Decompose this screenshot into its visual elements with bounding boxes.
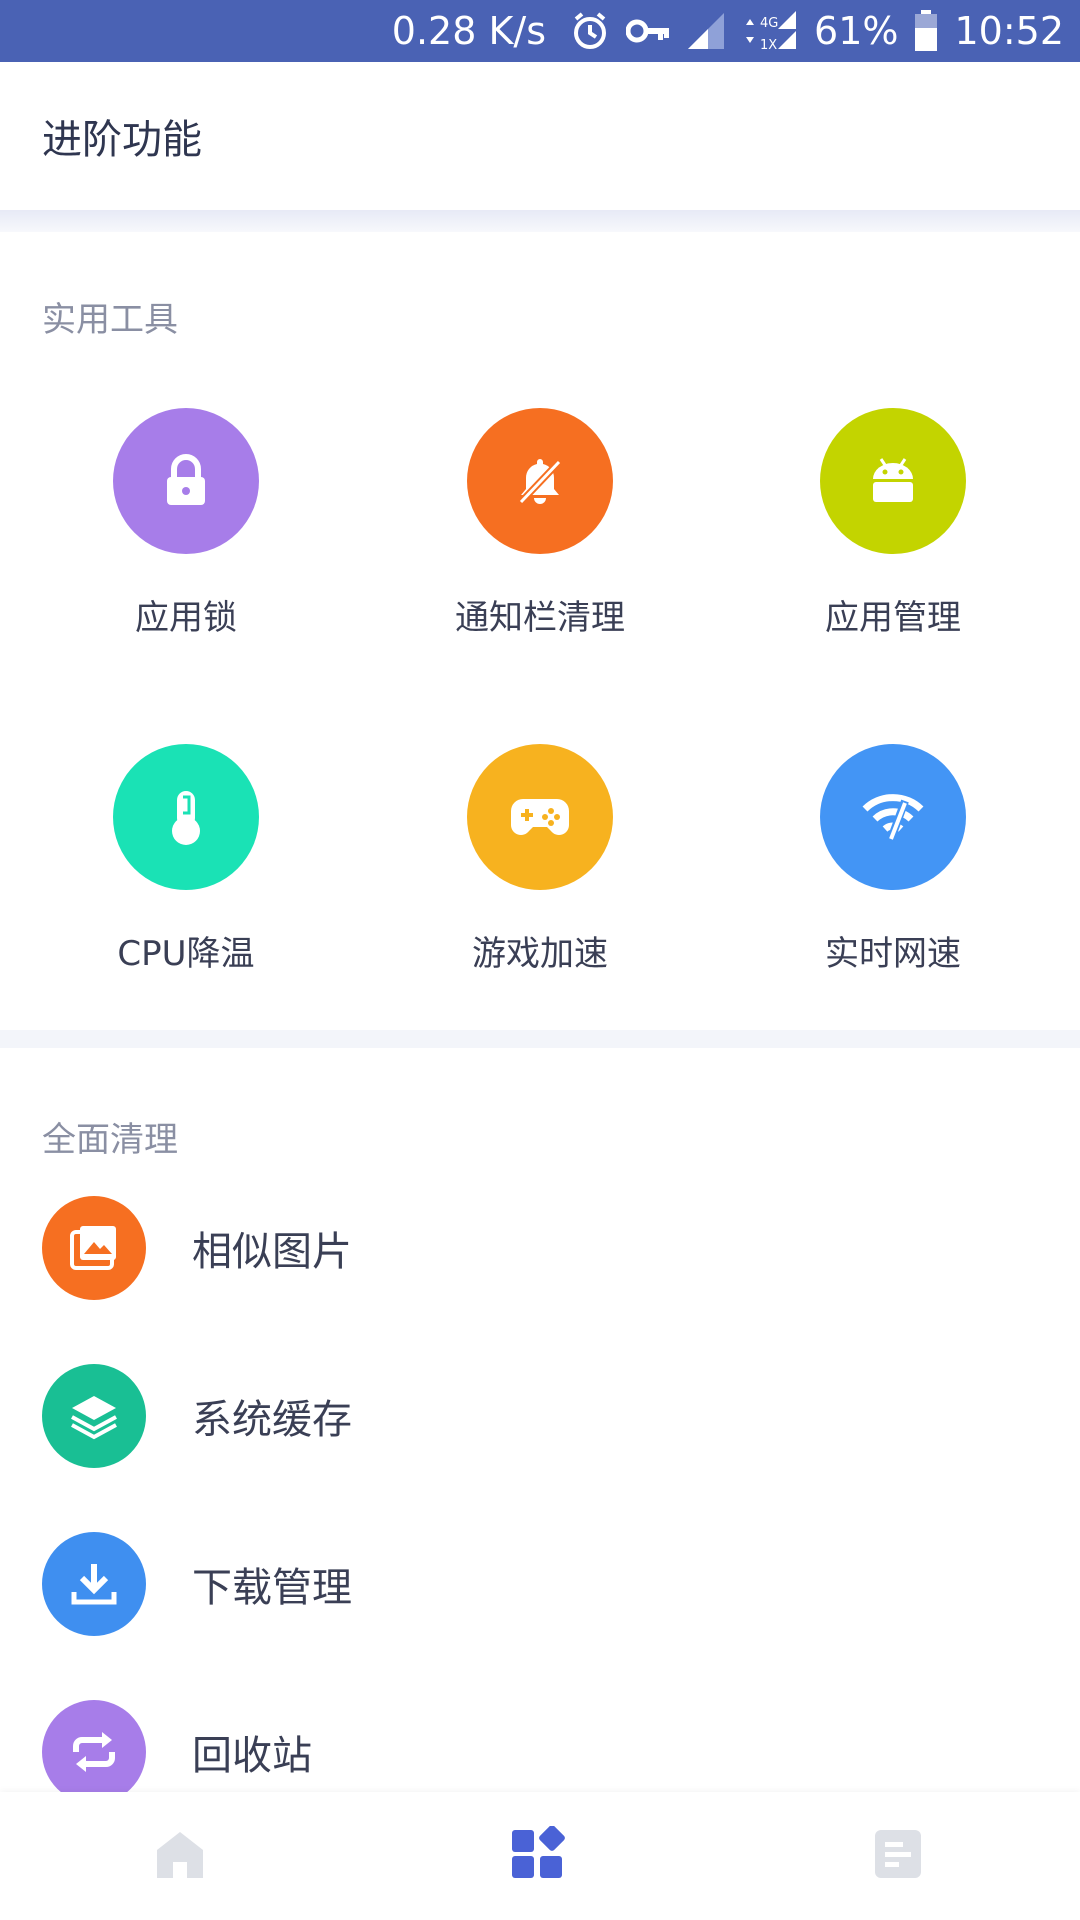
android-icon [820,408,966,554]
tool-game-boost[interactable]: 游戏加速 [400,744,680,975]
network-speed: 0.28 K/s [391,9,547,53]
header-divider [0,210,1080,232]
battery-level: 61% [814,9,899,53]
battery-icon [914,10,938,52]
tool-label: 应用锁 [135,598,237,638]
lock-icon [113,408,259,554]
page-header: 进阶功能 [0,62,1080,210]
layers-icon [42,1364,146,1468]
tool-label: 通知栏清理 [455,598,625,638]
gamepad-icon [467,744,613,890]
download-icon [42,1532,146,1636]
tool-label: 实时网速 [825,934,961,974]
nav-home[interactable] [150,1826,210,1886]
tool-label: 游戏加速 [472,934,608,974]
svg-text:4G: 4G [760,16,778,31]
tool-notification-clean[interactable]: 通知栏清理 [400,408,680,639]
tool-label: CPU降温 [117,934,255,974]
clean-item-label: 系统缓存 [192,1397,352,1443]
clean-section-title: 全面清理 [42,1120,178,1160]
tool-cpu-cooler[interactable]: CPU降温 [46,744,326,975]
bottom-nav [0,1792,1080,1920]
apps-icon [510,1825,566,1886]
recycle-icon [42,1700,146,1804]
clean-item-recycle-bin[interactable]: 回收站 [42,1700,312,1804]
tool-app-manage[interactable]: 应用管理 [753,408,1033,639]
clean-item-label: 下载管理 [192,1565,352,1611]
clean-item-label: 回收站 [192,1733,312,1779]
wifi-speed-icon [820,744,966,890]
clean-item-similar-photos[interactable]: 相似图片 [42,1196,352,1300]
alarm-icon [570,11,610,51]
bell-off-icon [467,408,613,554]
tool-label: 应用管理 [825,598,961,638]
clock: 10:52 [954,9,1064,53]
thermometer-icon [113,744,259,890]
status-bar: 0.28 K/s 4G 1X 61% 10:52 [0,0,1080,62]
svg-text:1X: 1X [760,38,777,53]
vpn-key-icon [626,16,670,46]
tool-app-lock[interactable]: 应用锁 [46,408,326,639]
clean-item-system-cache[interactable]: 系统缓存 [42,1364,352,1468]
page-title: 进阶功能 [42,117,202,163]
tools-section-title: 实用工具 [42,300,178,340]
nav-list[interactable] [868,1826,928,1886]
signal-icon [686,11,726,51]
clean-item-download-manage[interactable]: 下载管理 [42,1532,352,1636]
clean-item-label: 相似图片 [192,1229,352,1275]
tool-network-speed[interactable]: 实时网速 [753,744,1033,975]
data-4g-icon: 4G 1X [742,9,798,53]
home-icon [153,1828,207,1884]
nav-tools[interactable] [508,1825,568,1886]
list-icon [873,1828,923,1884]
section-divider [0,1030,1080,1048]
photos-icon [42,1196,146,1300]
